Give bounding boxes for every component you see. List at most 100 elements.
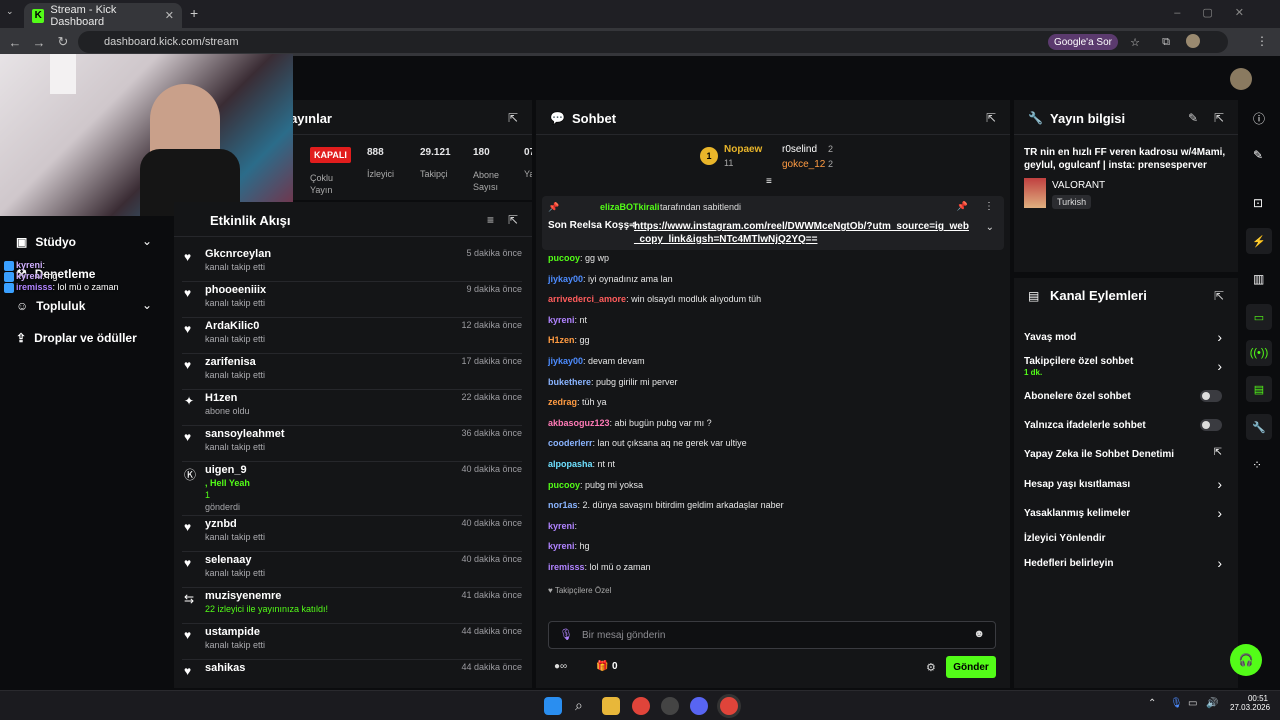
external-link-icon[interactable]: ⇱	[1214, 447, 1222, 458]
chat-username[interactable]: bukethere	[548, 377, 591, 387]
send-button[interactable]: Gönder	[946, 656, 996, 678]
chat-username[interactable]: H1zen	[548, 335, 575, 345]
activity-user[interactable]: sahikas	[205, 662, 245, 674]
gift-icon[interactable]: 🎁	[596, 661, 608, 672]
chat-username[interactable]: zedrag	[548, 397, 577, 407]
tray-chevron-icon[interactable]: ⌃	[1148, 698, 1156, 709]
clock[interactable]: 00:51 27.03.2026	[1230, 694, 1270, 712]
chevron-right-icon[interactable]: ›	[1217, 358, 1222, 374]
more-icon[interactable]: ⋮	[984, 201, 994, 212]
nav-community[interactable]: ☺ Topluluk	[16, 299, 85, 313]
support-button[interactable]: 🎧	[1230, 644, 1262, 676]
chat-username[interactable]: nor1as	[548, 500, 578, 510]
back-icon[interactable]: ←	[3, 35, 27, 50]
actions-rail-icon[interactable]: ▤	[1246, 376, 1272, 402]
activity-user[interactable]: Gkcnrceylan	[205, 248, 271, 260]
activity-user[interactable]: muzisyenemre	[205, 590, 281, 602]
emote-chat-toggle[interactable]	[1200, 419, 1222, 431]
activity-user[interactable]: sansoyleahmet	[205, 428, 284, 440]
chat-username[interactable]: pucooy	[548, 480, 580, 490]
top-gifter-2[interactable]: r0selind	[782, 144, 817, 155]
target-icon[interactable]: ⊡	[1253, 196, 1263, 210]
activity-user[interactable]: uigen_9	[205, 464, 247, 476]
settings-icon[interactable]: ⚙	[926, 661, 936, 674]
goals-label[interactable]: Hedefleri belirleyin	[1024, 558, 1113, 569]
chat-rail-icon[interactable]: ▭	[1246, 304, 1272, 330]
chevron-down-icon[interactable]: ⌄	[142, 298, 152, 312]
forward-icon[interactable]: →	[27, 35, 51, 50]
profile-avatar[interactable]	[1186, 34, 1200, 48]
popout-icon[interactable]: ⇱	[986, 111, 996, 125]
chevron-down-icon[interactable]: ⌄	[142, 234, 152, 248]
discord-icon[interactable]	[690, 697, 708, 715]
top-gifter-3[interactable]: gokce_12	[782, 159, 825, 170]
multistream-label[interactable]: Çoklu Yayın	[310, 172, 350, 196]
popout-icon[interactable]: ⇱	[1214, 289, 1224, 303]
new-tab-icon[interactable]: +	[190, 5, 198, 21]
app-icon[interactable]	[661, 697, 679, 715]
chat-username[interactable]: kyreni	[548, 541, 575, 551]
activity-user[interactable]: yznbd	[205, 518, 237, 530]
chevron-right-icon[interactable]: ›	[1217, 329, 1222, 345]
chat-username[interactable]: kyreni	[548, 315, 575, 325]
chat-username[interactable]: kyreni	[548, 521, 575, 531]
chevron-right-icon[interactable]: ›	[1217, 555, 1222, 571]
browser-menu-icon[interactable]: ⋮	[1256, 34, 1268, 48]
lightning-icon[interactable]: ⚡	[1246, 228, 1272, 254]
windows-start-icon[interactable]	[544, 697, 562, 715]
chrome-active-icon[interactable]	[720, 697, 738, 715]
wrench-rail-icon[interactable]: 🔧	[1246, 414, 1272, 440]
account-age-label[interactable]: Hesap yaşı kısıtlaması	[1024, 479, 1130, 490]
chat-username[interactable]: iremisss	[548, 562, 585, 572]
pinned-link[interactable]: https://www.instagram.com/reel/DWWMceNgt…	[634, 220, 974, 246]
tab-list-icon[interactable]: ⌄	[6, 6, 20, 20]
chat-input[interactable]: 🎙 Bir mesaj gönderin ☻	[548, 621, 996, 649]
chevron-right-icon[interactable]: ›	[1217, 505, 1222, 521]
browser-tab[interactable]: K Stream - Kick Dashboard ✕	[24, 3, 182, 28]
activity-user[interactable]: ArdaKilic0	[205, 320, 259, 332]
extensions-icon[interactable]: ⧉	[1162, 36, 1170, 49]
activity-user[interactable]: phooeeniiix	[205, 284, 266, 296]
user-avatar[interactable]	[1230, 68, 1252, 90]
file-explorer-icon[interactable]	[602, 697, 620, 715]
chat-username[interactable]: cooderlerr	[548, 438, 593, 448]
popout-icon[interactable]: ⇱	[1214, 111, 1224, 125]
game-name[interactable]: VALORANT	[1052, 180, 1105, 191]
pinned-by-user[interactable]: elizaBOTkirali	[600, 202, 660, 212]
mic-tray-icon[interactable]: 🎙	[1170, 698, 1183, 709]
points-icon[interactable]: ●∞	[554, 661, 567, 672]
activity-user[interactable]: zarifenisa	[205, 356, 256, 368]
followers-chat-label[interactable]: Takipçilere özel sohbet	[1024, 356, 1133, 367]
broadcast-icon[interactable]: ((•))	[1246, 340, 1272, 366]
more-panels-icon[interactable]: ⁘	[1252, 458, 1262, 472]
filter-icon[interactable]: ≡	[487, 213, 494, 227]
bookmark-star-icon[interactable]: ☆	[1130, 36, 1140, 49]
chevron-down-icon[interactable]: ⌄	[986, 222, 994, 233]
network-icon[interactable]: ▭	[1188, 698, 1197, 709]
slow-mode-label[interactable]: Yavaş mod	[1024, 332, 1076, 343]
edit-icon[interactable]: ✎	[1188, 111, 1198, 125]
search-icon[interactable]: ⌕	[575, 697, 583, 714]
notes-icon[interactable]: ▥	[1253, 272, 1264, 286]
activity-user[interactable]: H1zen	[205, 392, 237, 404]
microphone-icon[interactable]: 🎙	[559, 628, 573, 641]
redirect-viewers-label[interactable]: İzleyici Yönlendir	[1024, 533, 1106, 544]
chat-username[interactable]: alpopasha	[548, 459, 593, 469]
close-tab-icon[interactable]: ✕	[165, 9, 174, 22]
edit-icon[interactable]: ✎	[1253, 148, 1263, 162]
emoji-icon[interactable]: ☻	[973, 628, 985, 640]
chat-username[interactable]: arrivederci_amore	[548, 294, 626, 304]
unpin-icon[interactable]: 📌	[957, 201, 968, 212]
nav-studio[interactable]: ▣ Stüdyo	[16, 235, 76, 249]
expand-leaderboard-icon[interactable]: ≡	[766, 176, 772, 187]
google-ask-button[interactable]: Google'a Sor	[1047, 34, 1118, 50]
window-controls[interactable]: –▢✕	[1174, 6, 1266, 19]
volume-icon[interactable]: 🔊	[1206, 698, 1218, 709]
url-input[interactable]: dashboard.kick.com/stream Google'a Sor ☆…	[78, 31, 1228, 53]
activity-user[interactable]: selenaay	[205, 554, 251, 566]
banned-words-label[interactable]: Yasaklanmış kelimeler	[1024, 508, 1130, 519]
popout-icon[interactable]: ⇱	[508, 213, 518, 227]
reload-icon[interactable]: ↻	[51, 34, 75, 50]
chat-username[interactable]: jiykay00	[548, 274, 583, 284]
chevron-right-icon[interactable]: ›	[1217, 476, 1222, 492]
